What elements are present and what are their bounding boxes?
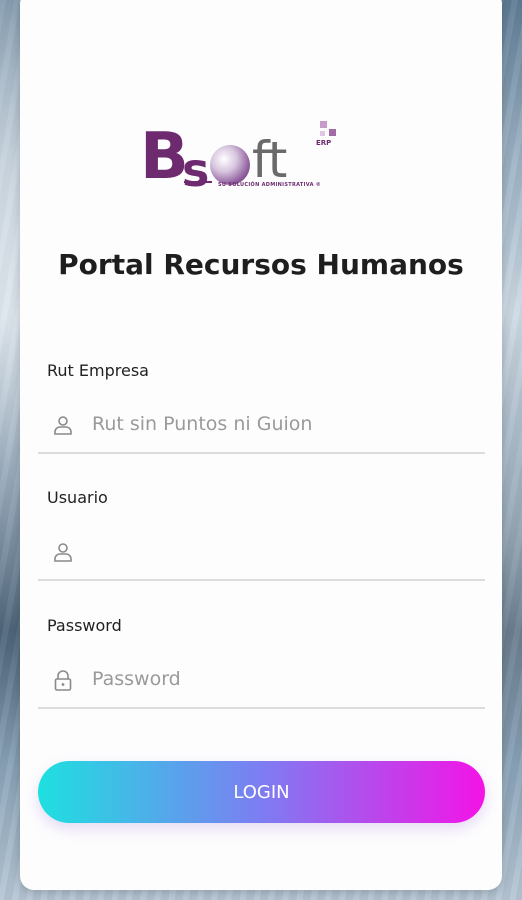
logo-square-icon <box>320 121 327 128</box>
logo-square-icon <box>320 131 325 136</box>
user-icon <box>52 541 74 563</box>
rut-field <box>38 390 485 454</box>
logo-orb-icon <box>210 145 250 185</box>
page-title: Portal Recursos Humanos <box>58 248 464 281</box>
rut-input[interactable] <box>92 406 472 442</box>
logo-tagline: SU SOLUCIÓN ADMINISTRATIVA ® <box>218 182 322 188</box>
logo-square-icon <box>329 129 336 136</box>
login-button[interactable]: LOGIN <box>38 761 485 823</box>
logo-underline <box>184 181 212 183</box>
usuario-field <box>38 517 485 581</box>
user-icon <box>52 414 74 436</box>
usuario-label: Usuario <box>47 488 108 507</box>
password-input[interactable] <box>92 661 472 697</box>
bsoft-logo: B s ft ERP SU SOLUCIÓN ADMINISTRATIVA ® <box>140 120 340 200</box>
logo-letters-ft: ft <box>252 131 287 189</box>
lock-icon <box>52 669 74 691</box>
usuario-input[interactable] <box>92 533 472 569</box>
password-field <box>38 645 485 709</box>
logo-erp-badge: ERP <box>316 139 332 147</box>
logo-letter-b: B <box>140 120 189 194</box>
logo-letter-s: s <box>182 143 210 197</box>
password-label: Password <box>47 616 122 635</box>
rut-label: Rut Empresa <box>47 361 149 380</box>
